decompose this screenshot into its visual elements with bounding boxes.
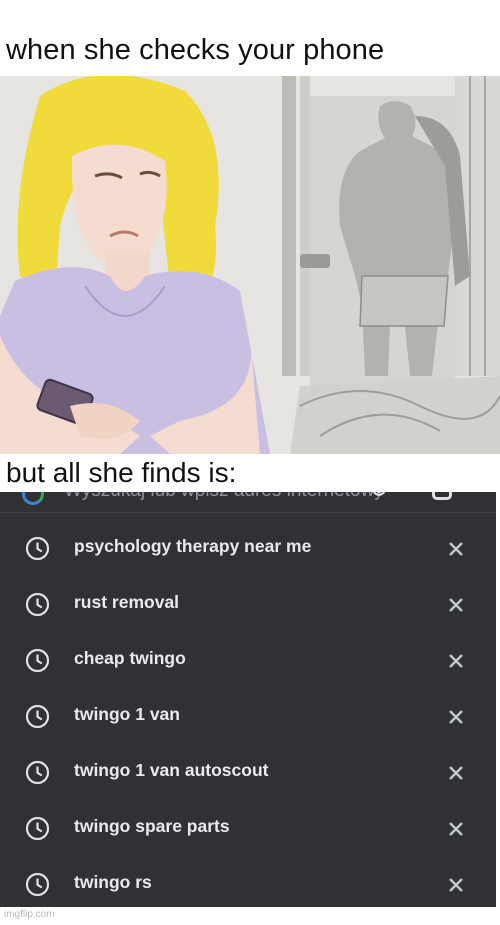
- comic-drawing: [0, 76, 500, 454]
- lens-icon[interactable]: [432, 492, 452, 500]
- history-item[interactable]: twingo 1 van autoscout: [0, 744, 496, 800]
- history-item[interactable]: twingo 1 van: [0, 688, 496, 744]
- comic-illustration: [0, 76, 500, 454]
- clock-icon: [25, 760, 50, 785]
- close-icon[interactable]: [447, 596, 465, 614]
- clock-icon: [25, 816, 50, 841]
- clock-icon: [25, 704, 50, 729]
- history-item[interactable]: cheap twingo: [0, 632, 496, 688]
- watermark: imgflip.com: [4, 909, 55, 920]
- google-logo-icon: [22, 492, 44, 505]
- browser-search-history-panel: Wyszukaj lub wpisz adres internetowy psy…: [0, 492, 496, 907]
- history-item-label: twingo spare parts: [74, 816, 230, 836]
- close-icon[interactable]: [447, 876, 465, 894]
- history-item-label: rust removal: [74, 592, 180, 612]
- footer: imgflip.com: [0, 907, 500, 925]
- close-icon[interactable]: [447, 540, 465, 558]
- close-icon[interactable]: [447, 652, 465, 670]
- history-item-label: twingo 1 van autoscout: [74, 760, 269, 780]
- clock-icon: [25, 536, 50, 561]
- top-caption: when she checks your phone: [6, 34, 385, 66]
- search-bar[interactable]: Wyszukaj lub wpisz adres internetowy: [0, 492, 496, 513]
- microphone-icon[interactable]: [372, 492, 386, 500]
- clock-icon: [25, 592, 50, 617]
- middle-caption: but all she finds is:: [6, 457, 237, 488]
- clock-icon: [25, 872, 50, 897]
- history-item-label: twingo 1 van: [74, 704, 180, 724]
- history-item-label: psychology therapy near me: [74, 536, 312, 556]
- history-item-label: cheap twingo: [74, 648, 186, 668]
- search-input[interactable]: Wyszukaj lub wpisz adres internetowy: [64, 492, 384, 502]
- close-icon[interactable]: [447, 764, 465, 782]
- history-item[interactable]: twingo spare parts: [0, 800, 496, 856]
- history-item[interactable]: psychology therapy near me: [0, 520, 496, 576]
- history-item[interactable]: twingo rs: [0, 856, 496, 907]
- middle-caption-panel: but all she finds is:: [0, 454, 500, 494]
- top-caption-panel: when she checks your phone: [0, 0, 500, 76]
- history-item-label: twingo rs: [74, 872, 152, 892]
- clock-icon: [25, 648, 50, 673]
- history-item[interactable]: rust removal: [0, 576, 496, 632]
- close-icon[interactable]: [447, 708, 465, 726]
- close-icon[interactable]: [447, 820, 465, 838]
